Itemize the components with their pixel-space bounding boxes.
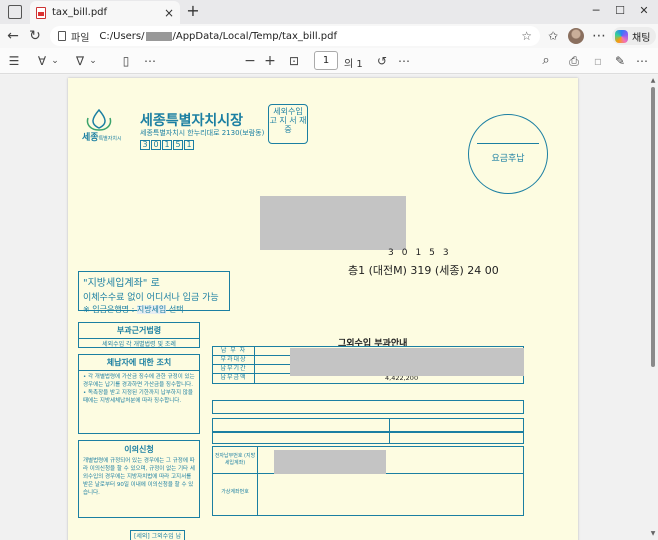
- blank-row: [212, 400, 524, 414]
- search-icon[interactable]: ⌕: [538, 52, 554, 70]
- url-suffix: /AppData/Local/Temp/tax_bill.pdf: [172, 30, 338, 42]
- notice-enclosed-stamp: 세외수입 고 지 서 재 중: [268, 104, 308, 144]
- page-number-input[interactable]: 1: [314, 51, 338, 70]
- issuer-postcode: 3 0 1 5 1: [140, 140, 195, 150]
- tab-tax-bill[interactable]: tax_bill.pdf ×: [30, 1, 180, 24]
- draw-options-chevron-icon[interactable]: ⌄: [50, 52, 60, 70]
- url-prefix: C:/Users/: [99, 30, 145, 42]
- copilot-label: 채팅: [632, 32, 651, 44]
- postage-stamp-circle: 요금후납: [468, 114, 548, 194]
- print-icon[interactable]: ⎙: [566, 52, 582, 70]
- highlight-icon[interactable]: ∇: [72, 52, 88, 70]
- favorites-icon[interactable]: ✩: [544, 27, 562, 45]
- highlight-options-chevron-icon[interactable]: ⌄: [88, 52, 98, 70]
- contents-icon[interactable]: ☰: [6, 52, 22, 70]
- blank-row-split: [212, 418, 524, 432]
- address-bar-row: ← ↻ 파일 C:/Users/ /AppData/Local/Temp/tax…: [0, 24, 658, 48]
- redacted-payer-details: [290, 348, 524, 376]
- pdf-page: 세종특별자치시 세종특별자치시장 세종특별자치시 한누리대로 2130(보람동)…: [68, 78, 578, 540]
- virtual-account-label: 가상계좌번호: [221, 489, 249, 495]
- rotate-icon[interactable]: ↺: [374, 52, 390, 70]
- footer-tag: [세외] 그외수입 납: [130, 530, 186, 540]
- legal-basis-panel: 부과근거법령 세외수입 각 개별법령 및 조례: [78, 322, 200, 348]
- toolbar-more-icon[interactable]: ⋯: [142, 52, 158, 70]
- draw-icon[interactable]: ∀: [34, 52, 50, 70]
- issuer-name: 세종특별자치시장: [140, 113, 244, 129]
- vertical-scrollbar[interactable]: ▲ ▼: [648, 75, 658, 540]
- maximize-button[interactable]: ☐: [610, 2, 630, 20]
- page-total: 의 1: [344, 59, 363, 70]
- fit-page-icon[interactable]: ⊡: [286, 52, 302, 70]
- redacted-username: [145, 31, 172, 41]
- close-tab-icon[interactable]: ×: [162, 6, 176, 20]
- scroll-thumb[interactable]: [651, 87, 655, 367]
- bank-account-notice: "지방세입계좌" 로 이체수수료 없이 어디서나 입금 가능 ※ 입금은행명 :…: [78, 271, 230, 314]
- tab-title: tax_bill.pdf: [52, 7, 108, 18]
- delinquent-measures-panel: 체납자에 대한 조치 • 각 개별법령에 가산금 징수에 관한 규정이 있는 경…: [78, 354, 200, 434]
- pdf-toolbar: ☰ ∀ ⌄ ∇ ⌄ ▯ ⋯ − + ⊡ 1 의 1 ↺ ⋯ ⌕ ⎙ ▫ ✎ ⋯: [0, 48, 658, 74]
- pdf-viewer[interactable]: 세종특별자치시 세종특별자치시장 세종특별자치시 한누리대로 2130(보람동)…: [0, 75, 658, 540]
- recipient-postcode: 30153: [388, 248, 457, 258]
- new-tab-button[interactable]: +: [184, 2, 202, 20]
- blank-row-split: [212, 432, 524, 444]
- tab-actions-icon[interactable]: [8, 5, 22, 19]
- redacted-payment-number: [274, 450, 386, 474]
- favorite-star-icon[interactable]: ☆: [521, 29, 532, 43]
- scroll-up-arrow[interactable]: ▲: [649, 77, 657, 84]
- copilot-chat-button[interactable]: 채팅: [612, 27, 656, 45]
- electronic-payment-label: 전자납부번호 (지방세입계좌): [214, 453, 256, 466]
- copilot-icon: [615, 29, 628, 43]
- back-button[interactable]: ←: [4, 27, 22, 45]
- url-bar[interactable]: 파일 C:/Users/ /AppData/Local/Temp/tax_bil…: [50, 26, 540, 46]
- tab-strip: tax_bill.pdf × + ─ ☐ ✕: [0, 0, 658, 24]
- recipient-address: 층1 (대전M) 319 (세종) 24 00: [348, 264, 499, 277]
- toolbar-overflow-icon[interactable]: ⋯: [396, 52, 412, 70]
- save-as-icon[interactable]: ✎: [612, 52, 628, 70]
- objection-panel: 이의신청 개별법령에 규정되어 있는 경우에는 그 규정에 따라 이의신청을 할…: [78, 440, 200, 518]
- zoom-in-button[interactable]: +: [262, 52, 278, 70]
- file-icon: [58, 31, 66, 41]
- issuer-address: 세종특별자치시 한누리대로 2130(보람동): [140, 129, 265, 137]
- scroll-down-arrow[interactable]: ▼: [649, 530, 657, 537]
- pdf-file-icon: [36, 6, 46, 19]
- minimize-button[interactable]: ─: [586, 2, 606, 20]
- pdf-more-icon[interactable]: ⋯: [634, 52, 650, 70]
- profile-avatar[interactable]: [568, 28, 584, 44]
- postage-label: 요금후납: [491, 154, 525, 164]
- refresh-button[interactable]: ↻: [26, 27, 44, 45]
- logo-name: 세종특별자치시: [82, 133, 122, 143]
- settings-more-icon[interactable]: ⋯: [590, 27, 608, 45]
- redacted-recipient-name: [260, 196, 406, 250]
- window-close-button[interactable]: ✕: [634, 2, 654, 20]
- save-icon[interactable]: ▫: [590, 52, 606, 70]
- url-scheme: 파일: [71, 32, 90, 44]
- page-view-icon[interactable]: ▯: [118, 52, 134, 70]
- zoom-out-button[interactable]: −: [242, 52, 258, 70]
